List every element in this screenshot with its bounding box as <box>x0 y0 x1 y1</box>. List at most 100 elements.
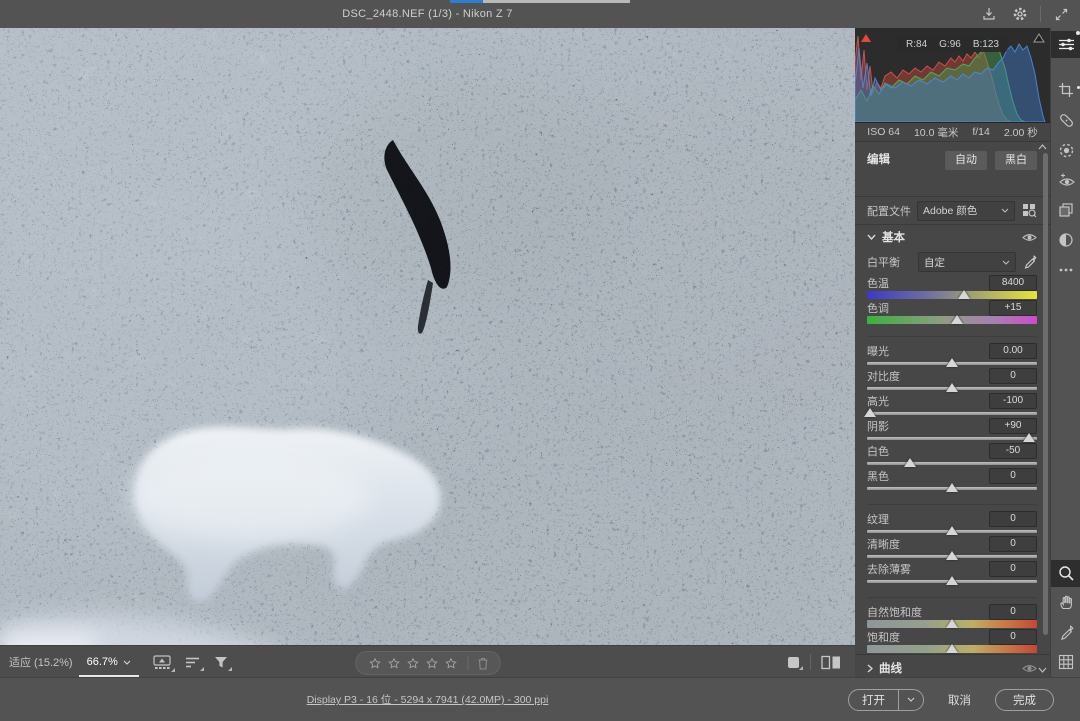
open-options-chevron[interactable] <box>898 690 923 710</box>
zoom-tool-icon[interactable] <box>1051 560 1080 587</box>
profile-browser-icon[interactable] <box>1022 203 1037 218</box>
workflow-options-link[interactable]: Display P3 - 16 位 - 5294 x 7941 (42.0MP)… <box>307 692 549 707</box>
collapse-panels-icon[interactable] <box>1050 3 1072 25</box>
shadow-clipping-indicator[interactable] <box>857 31 875 45</box>
slider-track[interactable] <box>867 526 1037 535</box>
slider-track[interactable] <box>867 290 1037 299</box>
histogram[interactable]: R:84 G:96 B:123 <box>855 28 1050 123</box>
slider-track[interactable] <box>867 576 1037 585</box>
before-after-view-icon[interactable] <box>821 655 841 670</box>
sort-order-icon[interactable] <box>185 656 200 669</box>
filmstrip-toggle-icon[interactable] <box>153 655 171 670</box>
slider-thumb[interactable] <box>946 526 958 535</box>
slider-track[interactable] <box>867 315 1037 324</box>
star-icon[interactable] <box>406 657 419 670</box>
healing-tool-icon[interactable] <box>1051 105 1080 135</box>
slider-thumb[interactable] <box>904 458 916 467</box>
progress-bar <box>450 0 630 3</box>
color-sampler-tool-icon[interactable] <box>1051 617 1080 647</box>
star-icon[interactable] <box>368 657 381 670</box>
wb-dropdown[interactable]: 自定 <box>918 252 1016 272</box>
presets-tool-icon[interactable] <box>1051 225 1080 255</box>
highlight-clipping-indicator[interactable] <box>1030 31 1048 45</box>
slider-track[interactable] <box>867 644 1037 653</box>
slider-thumb[interactable] <box>946 551 958 560</box>
slider-track[interactable] <box>867 383 1037 392</box>
star-icon[interactable] <box>444 657 457 670</box>
export-icon[interactable] <box>978 3 1000 25</box>
slider-track[interactable] <box>867 551 1037 560</box>
zoom-level-value[interactable]: 66.7% <box>87 656 118 668</box>
snapshots-tool-icon[interactable] <box>1051 195 1080 225</box>
slider-track[interactable] <box>867 483 1037 492</box>
slider-thumb[interactable] <box>864 408 876 417</box>
slider-value-box[interactable]: 0.00 <box>989 343 1037 359</box>
edge-dot <box>1076 31 1080 35</box>
basic-section-header[interactable]: 基本 <box>855 225 1050 249</box>
slider-thumb[interactable] <box>946 619 958 628</box>
slider-thumb[interactable] <box>946 483 958 492</box>
slider-track[interactable] <box>867 619 1037 628</box>
red-eye-tool-icon[interactable] <box>1051 165 1080 195</box>
basic-title: 基本 <box>882 229 905 245</box>
edit-header: 编辑 自动 黑白 <box>855 142 1050 196</box>
fit-zoom-button[interactable]: 适应 (15.2%) <box>9 654 73 670</box>
slider-value-box[interactable]: 0 <box>989 561 1037 577</box>
slider-row: 对比度0 <box>867 368 1037 392</box>
visibility-eye-icon[interactable] <box>1022 663 1037 674</box>
slider-value-box[interactable]: 0 <box>989 536 1037 552</box>
slider-value-box[interactable]: -50 <box>989 443 1037 459</box>
visibility-eye-icon[interactable] <box>1022 232 1037 243</box>
toolbar-divider <box>810 654 811 670</box>
cancel-button[interactable]: 取消 <box>948 692 971 708</box>
slider-thumb[interactable] <box>951 315 963 324</box>
slider-value-box[interactable]: -100 <box>989 393 1037 409</box>
star-icon[interactable] <box>425 657 438 670</box>
slider-value-box[interactable]: 0 <box>989 468 1037 484</box>
slider-value-box[interactable]: 8400 <box>989 275 1037 291</box>
panel-scrollbar[interactable] <box>1043 153 1048 635</box>
scroll-down-icon[interactable] <box>1038 667 1047 673</box>
slider-thumb[interactable] <box>946 383 958 392</box>
zoom-level-selector[interactable]: 66.7% <box>87 646 131 678</box>
settings-gear-icon[interactable] <box>1009 3 1031 25</box>
more-options-icon[interactable] <box>1051 255 1080 285</box>
slider-value-box[interactable]: 0 <box>989 629 1037 645</box>
edit-title: 编辑 <box>867 151 890 167</box>
slider-track[interactable] <box>867 408 1037 417</box>
bw-button[interactable]: 黑白 <box>995 151 1037 170</box>
slider-thumb[interactable] <box>958 290 970 299</box>
slider-track[interactable] <box>867 358 1037 367</box>
profile-dropdown[interactable]: Adobe 颜色 <box>917 201 1015 221</box>
photo-canvas[interactable] <box>0 28 855 645</box>
slider-row: 自然饱和度0 <box>867 597 1037 628</box>
hand-tool-icon[interactable] <box>1051 587 1080 617</box>
reject-trash-icon[interactable] <box>472 657 493 670</box>
edit-tool-icon[interactable] <box>1051 31 1080 58</box>
slider-value-box[interactable]: 0 <box>989 368 1037 384</box>
star-rating[interactable] <box>362 657 463 670</box>
flag-pick-icon[interactable] <box>787 656 800 669</box>
slider-value-box[interactable]: +15 <box>989 300 1037 316</box>
titlebar: DSC_2448.NEF (1/3) - Nikon Z 7 <box>0 0 1080 29</box>
slider-thumb[interactable] <box>946 358 958 367</box>
done-button[interactable]: 完成 <box>995 689 1054 711</box>
slider-track[interactable] <box>867 458 1037 467</box>
auto-button[interactable]: 自动 <box>945 151 987 170</box>
slider-value-box[interactable]: 0 <box>989 604 1037 620</box>
slider-value-box[interactable]: +90 <box>989 418 1037 434</box>
slider-value-box[interactable]: 0 <box>989 511 1037 527</box>
open-split-button[interactable]: 打开 <box>848 689 924 711</box>
slider-thumb[interactable] <box>946 576 958 585</box>
wb-eyedropper-icon[interactable] <box>1023 255 1037 269</box>
scroll-up-icon[interactable] <box>1038 144 1047 150</box>
slider-thumb[interactable] <box>946 644 958 653</box>
filter-icon[interactable] <box>214 656 228 669</box>
slider-track[interactable] <box>867 433 1037 442</box>
star-icon[interactable] <box>387 657 400 670</box>
crop-tool-icon[interactable] <box>1051 75 1080 105</box>
open-button-label[interactable]: 打开 <box>849 692 898 708</box>
masking-tool-icon[interactable] <box>1051 135 1080 165</box>
grid-overlay-tool-icon[interactable] <box>1051 647 1080 677</box>
slider-thumb[interactable] <box>1023 433 1035 442</box>
